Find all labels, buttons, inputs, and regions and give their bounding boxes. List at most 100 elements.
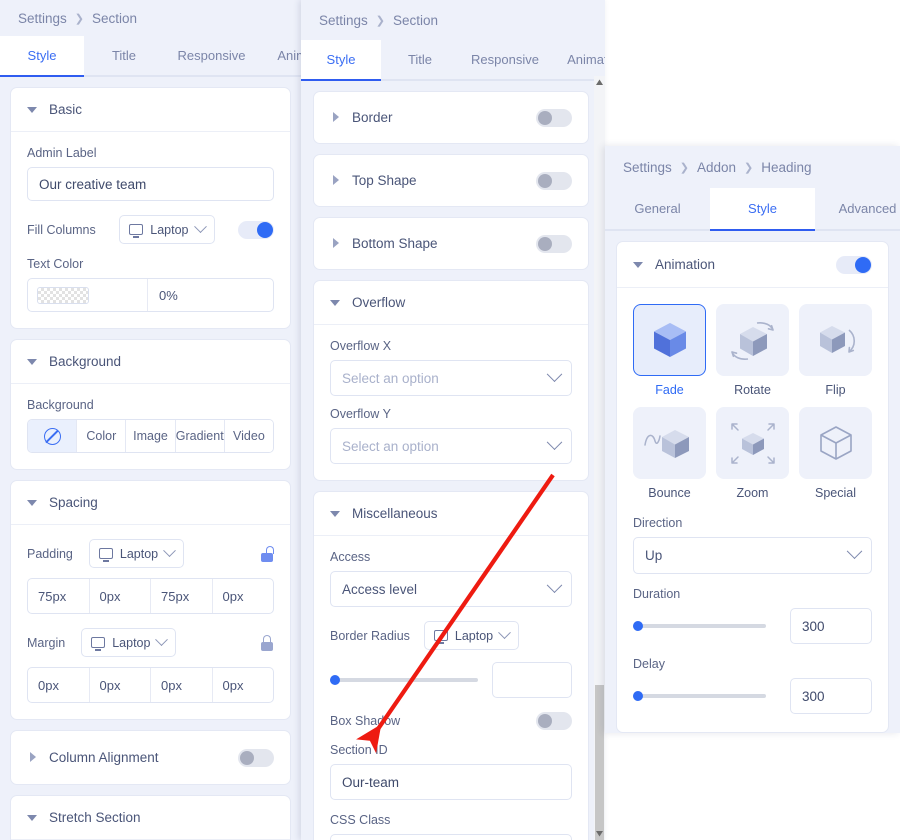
tab-title[interactable]: Title: [381, 40, 459, 79]
box-shadow-toggle[interactable]: [536, 712, 572, 730]
tab-responsive[interactable]: Responsive: [459, 40, 551, 79]
animation-preset-zoom-box[interactable]: [716, 407, 789, 479]
top-shape-card-header[interactable]: Top Shape: [314, 155, 588, 206]
tab-animation[interactable]: Animati: [259, 36, 301, 75]
padding-left-input[interactable]: 0px: [213, 579, 274, 613]
stretch-section-header[interactable]: Stretch Section: [11, 796, 290, 840]
basic-card-header[interactable]: Basic: [11, 88, 290, 132]
animation-toggle[interactable]: [836, 255, 872, 274]
background-type-image[interactable]: Image: [126, 420, 176, 452]
mid-panel-scrollbar[interactable]: [594, 76, 605, 840]
access-level-select[interactable]: Access level: [330, 571, 572, 607]
scroll-down-arrow-icon[interactable]: [595, 829, 604, 838]
animation-preset-flip-box[interactable]: [799, 304, 872, 376]
spacing-card-header[interactable]: Spacing: [11, 481, 290, 525]
animation-preset-bounce-label: Bounce: [648, 486, 691, 500]
animation-preset-special[interactable]: Special: [799, 407, 872, 500]
padding-top-input[interactable]: 75px: [28, 579, 90, 613]
slider-thumb[interactable]: [330, 675, 340, 685]
padding-link-unlocked-icon[interactable]: [260, 545, 274, 562]
css-class-input[interactable]: [330, 834, 572, 840]
breadcrumb-item-section[interactable]: Section: [393, 13, 438, 28]
margin-right-input[interactable]: 0px: [90, 668, 151, 702]
fill-columns-device-select[interactable]: Laptop: [119, 215, 215, 244]
background-type-color[interactable]: Color: [77, 420, 127, 452]
delay-slider[interactable]: [633, 688, 766, 704]
section-id-input[interactable]: [330, 764, 572, 800]
tab-animation[interactable]: Animation: [551, 40, 605, 79]
admin-label-input[interactable]: [27, 167, 274, 201]
overflow-x-select[interactable]: Select an option: [330, 360, 572, 396]
fill-columns-toggle[interactable]: [238, 220, 274, 239]
duration-input[interactable]: [790, 608, 872, 644]
background-type-none[interactable]: [28, 420, 78, 452]
background-type-video[interactable]: Video: [224, 420, 273, 452]
text-color-swatch-cell[interactable]: [28, 279, 148, 311]
overflow-card-header[interactable]: Overflow: [314, 281, 588, 325]
access-level-value: Access level: [342, 581, 418, 597]
background-card-header[interactable]: Background: [11, 340, 290, 384]
scrollbar-thumb[interactable]: [595, 685, 604, 840]
tab-general[interactable]: General: [605, 188, 710, 229]
slider-thumb[interactable]: [633, 621, 643, 631]
border-toggle[interactable]: [536, 108, 572, 127]
column-alignment-toggle[interactable]: [238, 748, 274, 767]
padding-bottom-input[interactable]: 75px: [151, 579, 213, 613]
tab-style[interactable]: Style: [0, 36, 84, 77]
border-radius-slider[interactable]: [330, 672, 478, 688]
padding-right-input[interactable]: 0px: [90, 579, 151, 613]
breadcrumb-item-section[interactable]: Section: [92, 11, 137, 26]
overflow-y-select[interactable]: Select an option: [330, 428, 572, 464]
tab-style[interactable]: Style: [301, 40, 381, 81]
border-radius-input[interactable]: [492, 662, 572, 698]
bottom-shape-card-header[interactable]: Bottom Shape: [314, 218, 588, 269]
screenshot-root: Settings ❯ Section Style Title Responsiv…: [0, 0, 900, 840]
caret-right-icon: [330, 174, 342, 187]
color-swatch[interactable]: [37, 286, 89, 304]
duration-slider[interactable]: [633, 618, 766, 634]
animation-preset-fade-box[interactable]: [633, 304, 706, 376]
animation-preset-rotate-box[interactable]: [716, 304, 789, 376]
tab-title[interactable]: Title: [84, 36, 164, 75]
margin-device-select[interactable]: Laptop: [81, 628, 177, 657]
margin-top-input[interactable]: 0px: [28, 668, 90, 702]
tab-responsive[interactable]: Responsive: [164, 36, 259, 75]
border-radius-device-select[interactable]: Laptop: [423, 621, 520, 650]
chevron-down-icon: [163, 544, 176, 558]
bottom-shape-toggle[interactable]: [536, 234, 572, 253]
animation-card-header[interactable]: Animation: [617, 242, 888, 288]
tab-style[interactable]: Style: [710, 188, 815, 231]
delay-input[interactable]: [790, 678, 872, 714]
column-alignment-header[interactable]: Column Alignment: [11, 731, 290, 784]
animation-preset-flip[interactable]: Flip: [799, 304, 872, 397]
padding-device-select[interactable]: Laptop: [88, 539, 185, 568]
animation-preset-zoom[interactable]: Zoom: [716, 407, 789, 500]
miscellaneous-card-header[interactable]: Miscellaneous: [314, 492, 588, 536]
animation-preset-bounce[interactable]: Bounce: [633, 407, 706, 500]
animation-preset-special-box[interactable]: [799, 407, 872, 479]
mid-settings-panel: Settings ❯ Section Style Title Responsiv…: [301, 0, 605, 840]
overflow-card: Overflow Overflow X Select an option Ove…: [313, 280, 589, 481]
breadcrumb-item-heading[interactable]: Heading: [761, 160, 811, 175]
breadcrumb-item-settings[interactable]: Settings: [623, 160, 672, 175]
top-shape-toggle[interactable]: [536, 171, 572, 190]
tab-advanced[interactable]: Advanced: [815, 188, 900, 229]
animation-preset-rotate[interactable]: Rotate: [716, 304, 789, 397]
breadcrumb-item-addon[interactable]: Addon: [697, 160, 736, 175]
direction-select[interactable]: Up: [633, 537, 872, 574]
margin-left-input[interactable]: 0px: [213, 668, 274, 702]
breadcrumb-item-settings[interactable]: Settings: [319, 13, 368, 28]
border-card-header[interactable]: Border: [314, 92, 588, 143]
text-color-opacity-value[interactable]: 0%: [148, 279, 273, 311]
animation-preset-bounce-box[interactable]: [633, 407, 706, 479]
slider-thumb[interactable]: [633, 691, 643, 701]
margin-link-locked-icon[interactable]: [260, 634, 274, 651]
stretch-section-title: Stretch Section: [49, 810, 141, 825]
background-type-gradient[interactable]: Gradient: [175, 420, 225, 452]
scroll-up-arrow-icon[interactable]: [595, 78, 604, 87]
border-radius-device-value: Laptop: [454, 628, 494, 643]
animation-preset-fade[interactable]: Fade: [633, 304, 706, 397]
text-color-control[interactable]: 0%: [27, 278, 274, 312]
breadcrumb-item-settings[interactable]: Settings: [18, 11, 67, 26]
margin-bottom-input[interactable]: 0px: [151, 668, 213, 702]
